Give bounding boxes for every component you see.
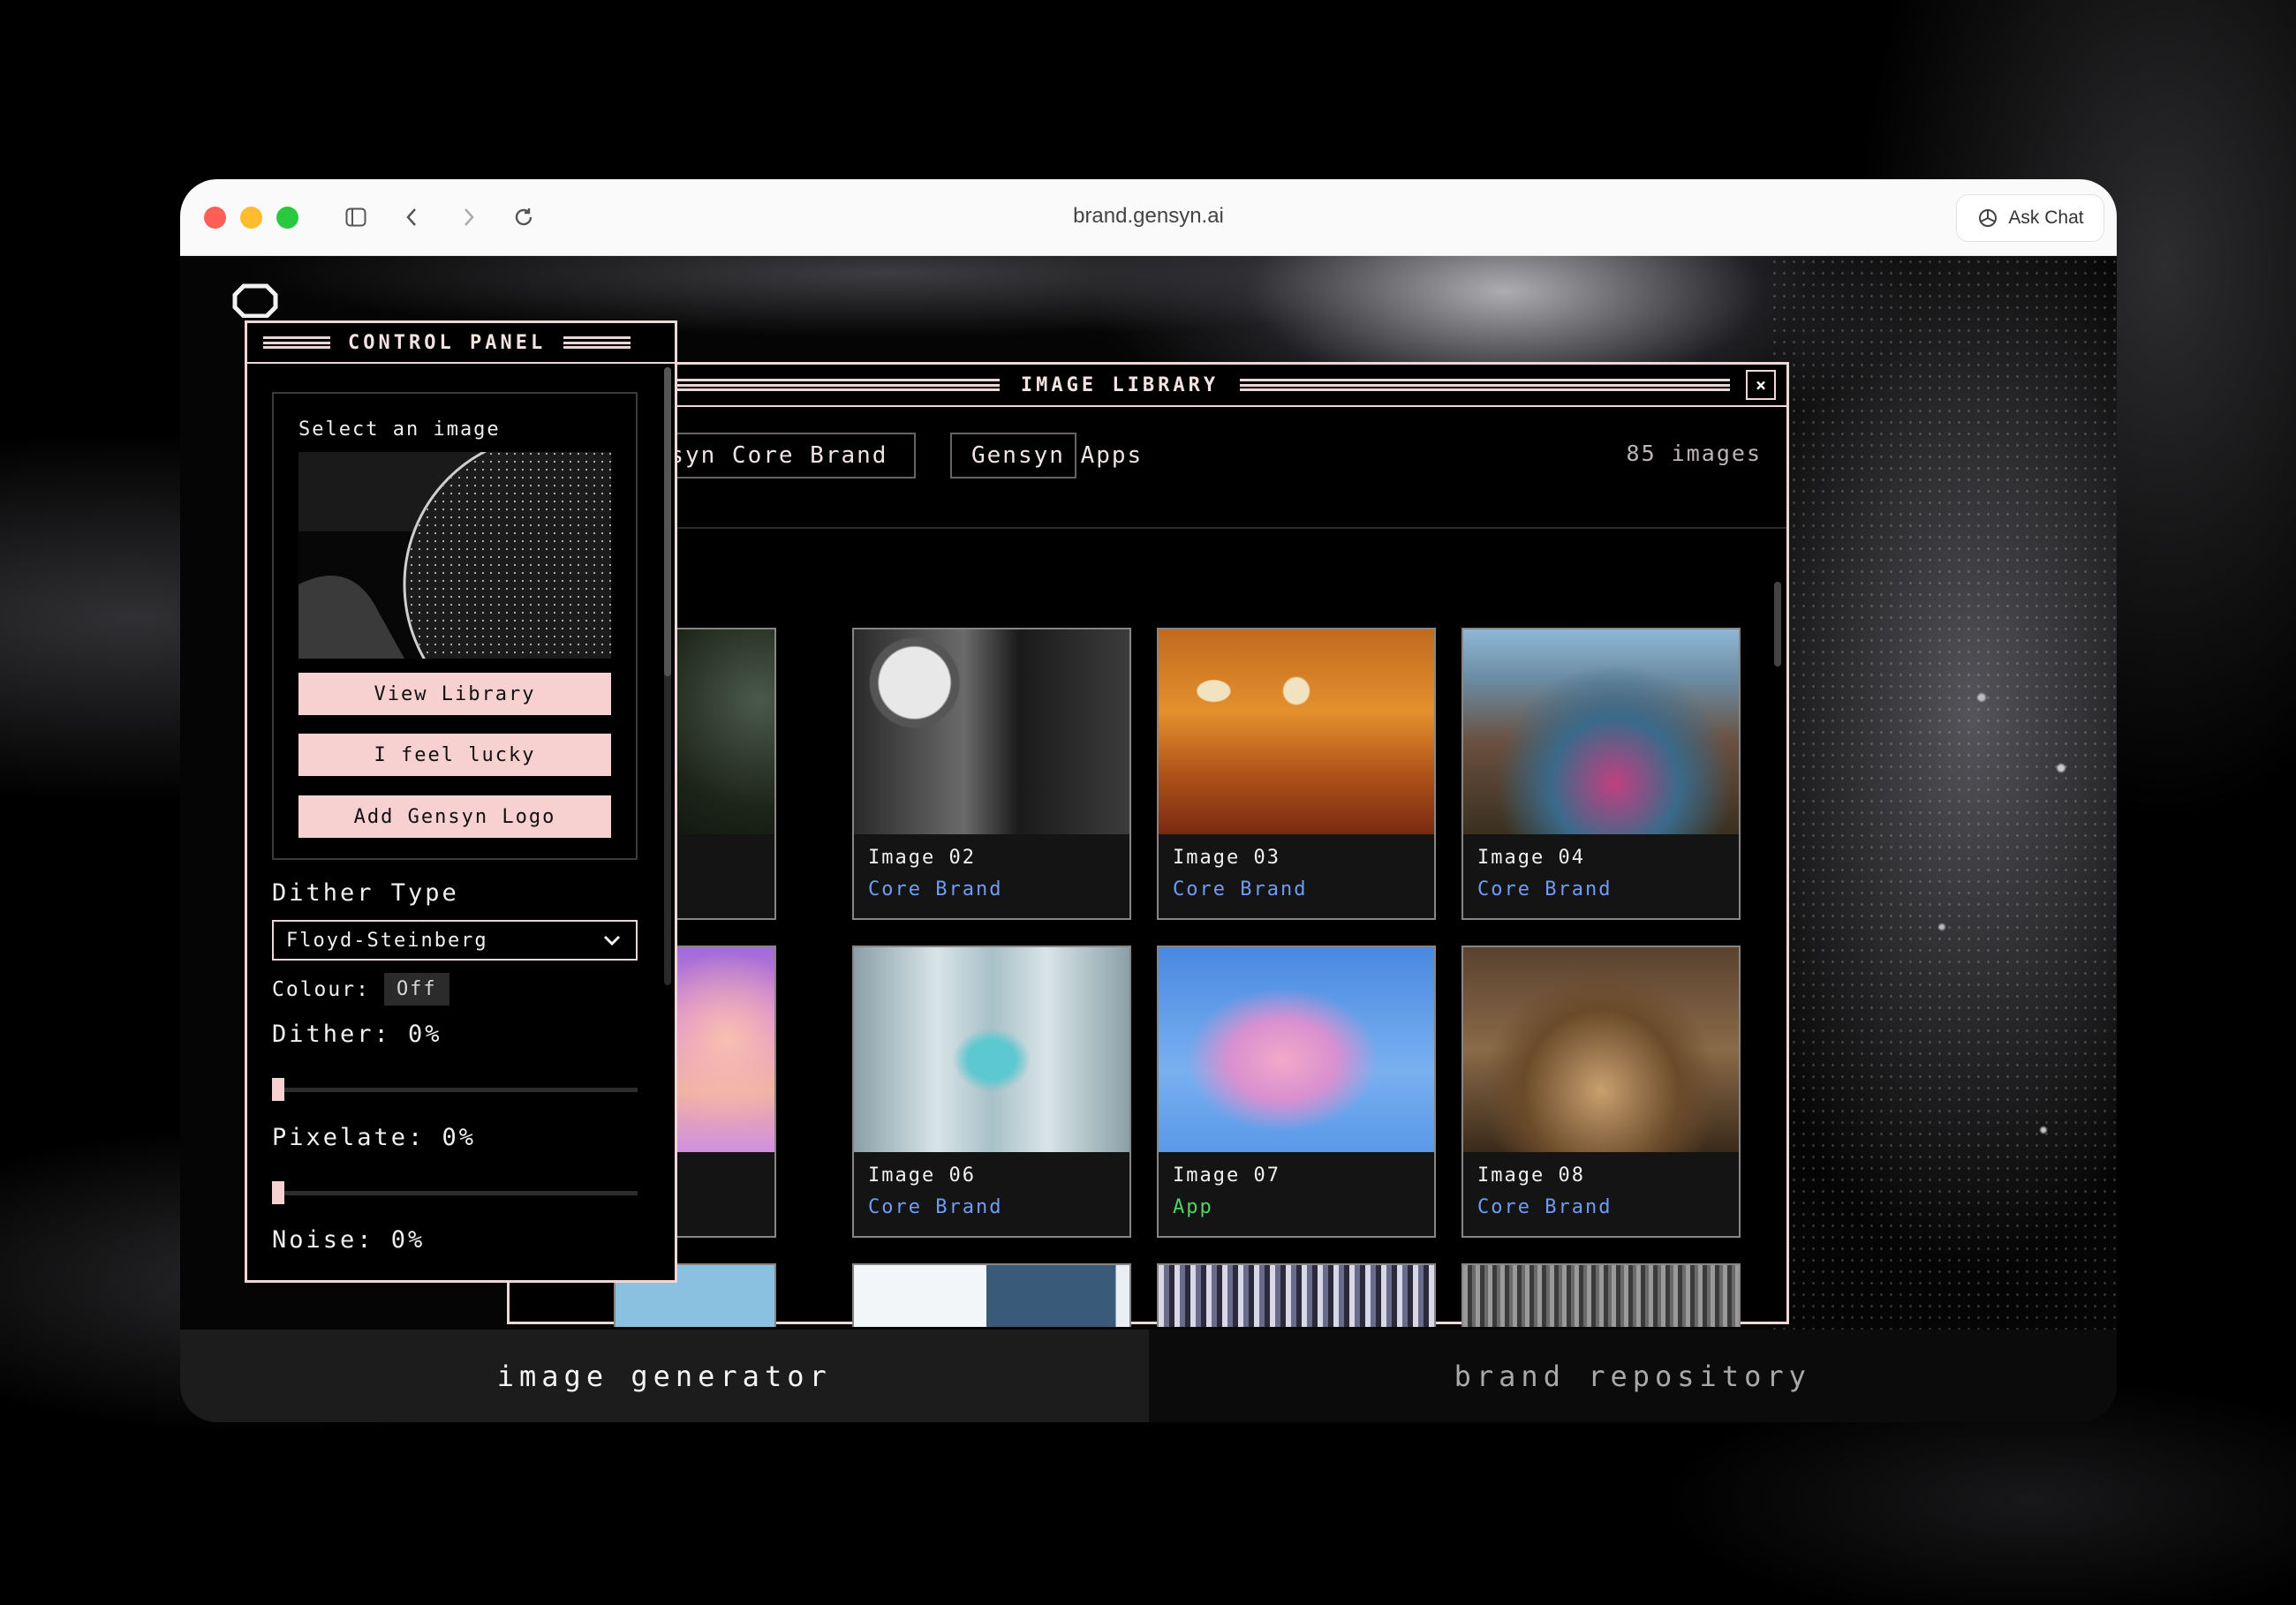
address-bar[interactable]: brand.gensyn.ai [180, 204, 2117, 229]
chatgpt-icon [1979, 209, 1998, 227]
ask-chat-button[interactable]: Ask Chat [1956, 194, 2104, 242]
image-category: Core Brand [868, 1196, 1003, 1218]
image-thumbnail [854, 629, 1129, 834]
image-select-section: Select an image View Library I feel luck… [272, 392, 638, 860]
image-card[interactable]: Image 04 Core Brand [1461, 628, 1741, 920]
control-panel-title: CONTROL PANEL [348, 331, 547, 354]
selected-image-preview[interactable] [298, 452, 611, 659]
image-thumbnail [854, 947, 1129, 1152]
noise-label: Noise: 0% [272, 1226, 426, 1254]
add-logo-button[interactable]: Add Gensyn Logo [298, 795, 611, 838]
image-name: Image 04 [1477, 847, 1585, 869]
page-content: IMAGE LIBRARY × ensyn Core Brand Gensyn … [180, 256, 2117, 1422]
dither-type-value: Floyd-Steinberg [286, 929, 488, 952]
image-thumbnail [1159, 629, 1434, 834]
image-card[interactable] [1157, 1263, 1436, 1327]
image-thumbnail [1159, 1265, 1434, 1327]
image-name: Image 07 [1173, 1164, 1280, 1187]
title-stripes-right [563, 336, 631, 349]
library-scrollbar[interactable] [1774, 582, 1781, 667]
dither-label: Dither: 0% [272, 1021, 442, 1048]
library-title: IMAGE LIBRARY [1020, 373, 1220, 396]
image-thumbnail [1463, 947, 1739, 1152]
particle-texture [1770, 256, 2117, 1333]
image-thumbnail [854, 1265, 1129, 1327]
image-name: Image 02 [868, 847, 976, 869]
image-category: Core Brand [1173, 878, 1308, 900]
library-title-bar[interactable]: IMAGE LIBRARY × [510, 365, 1786, 407]
image-thumbnail [1463, 1265, 1739, 1327]
nav-image-generator[interactable]: image generator [180, 1330, 1149, 1422]
image-card[interactable] [852, 1263, 1131, 1327]
image-category: Core Brand [1477, 878, 1612, 900]
image-card[interactable]: Image 08 Core Brand [1461, 946, 1741, 1238]
library-divider [510, 527, 1786, 529]
select-image-label: Select an image [298, 418, 501, 441]
image-category: Core Brand [868, 878, 1003, 900]
image-card[interactable]: Image 02 Core Brand [852, 628, 1131, 920]
pixelate-label: Pixelate: 0% [272, 1124, 477, 1151]
image-count: 85 images [1626, 441, 1762, 466]
dither-slider-thumb[interactable] [272, 1078, 284, 1101]
image-card[interactable]: Image 07 App [1157, 946, 1436, 1238]
feel-lucky-button[interactable]: I feel lucky [298, 734, 611, 776]
colour-toggle[interactable]: Off [383, 973, 449, 1006]
browser-window: brand.gensyn.ai Ask Chat IMAGE LIBRARY ×… [180, 179, 2117, 1422]
control-panel: CONTROL PANEL Select an image View Libra… [245, 320, 677, 1283]
image-card[interactable]: Image 03 Core Brand [1157, 628, 1436, 920]
dither-type-select[interactable]: Floyd-Steinberg [272, 920, 638, 961]
image-thumbnail [1159, 947, 1434, 1152]
view-library-button[interactable]: View Library [298, 673, 611, 715]
browser-toolbar: brand.gensyn.ai Ask Chat [180, 179, 2117, 256]
dither-slider-track[interactable] [272, 1088, 638, 1092]
gensyn-logo-icon[interactable] [231, 283, 279, 321]
image-category: Core Brand [1477, 1196, 1612, 1218]
title-stripes-left [263, 336, 330, 349]
bottom-navigation: image generator brand repository [180, 1330, 2117, 1422]
pixelate-slider-track[interactable] [272, 1191, 638, 1195]
ask-chat-label: Ask Chat [2008, 207, 2084, 228]
pixelate-slider-thumb[interactable] [272, 1181, 284, 1204]
image-name: Image 03 [1173, 847, 1280, 869]
title-stripes-right [1240, 379, 1730, 391]
dither-type-label: Dither Type [272, 879, 459, 907]
image-library-window: IMAGE LIBRARY × ensyn Core Brand Gensyn … [507, 362, 1789, 1327]
colour-setting: Colour: Off [272, 973, 449, 1006]
image-card[interactable]: Image 06 Core Brand [852, 946, 1131, 1238]
chevron-down-icon [603, 935, 621, 946]
image-card[interactable] [1461, 1263, 1741, 1327]
tab-gensyn-apps[interactable]: Gensyn Apps [950, 433, 1141, 478]
control-panel-scrollbar[interactable] [664, 367, 671, 985]
image-name: Image 08 [1477, 1164, 1585, 1187]
image-category: App [1173, 1196, 1213, 1218]
colour-label: Colour: [272, 977, 370, 1001]
image-thumbnail [1463, 629, 1739, 834]
nav-brand-repository[interactable]: brand repository [1148, 1330, 2117, 1422]
close-library-button[interactable]: × [1746, 370, 1776, 400]
control-panel-title-bar[interactable]: CONTROL PANEL [247, 323, 675, 364]
image-name: Image 06 [868, 1164, 976, 1187]
